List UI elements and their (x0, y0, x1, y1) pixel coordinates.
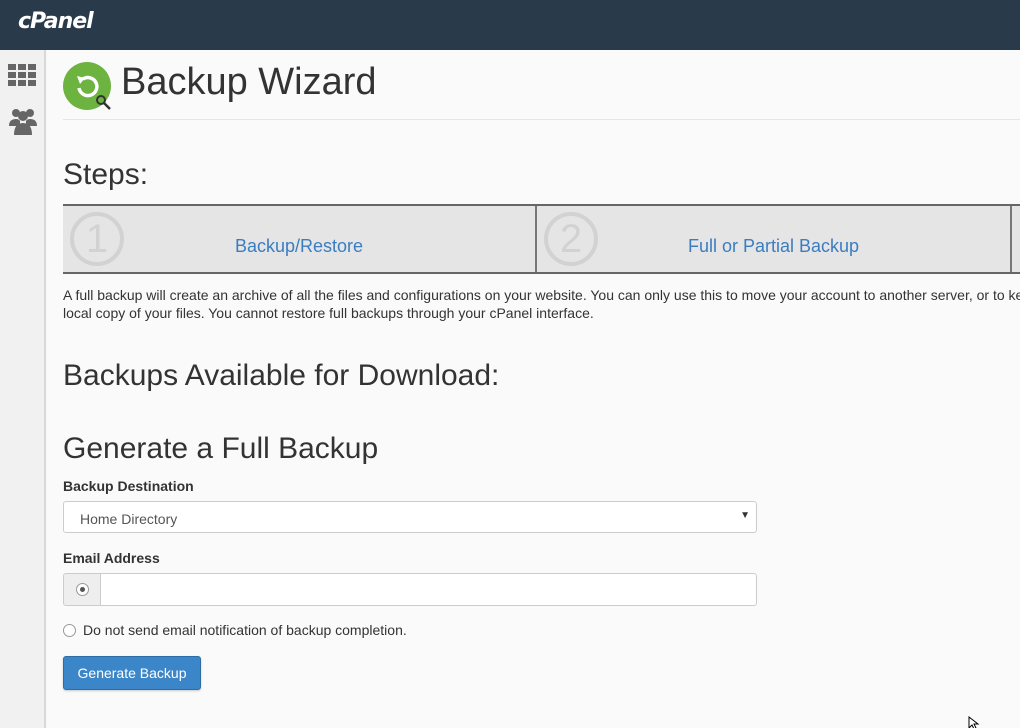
email-notify-radio[interactable] (76, 583, 89, 596)
page-title: Backup Wizard (121, 61, 377, 103)
backup-destination-label: Backup Destination (63, 478, 194, 494)
backup-destination-value: Home Directory (80, 511, 178, 527)
email-input-group (63, 573, 757, 606)
chevron-down-icon: ▼ (740, 510, 750, 521)
step-1: 1 Backup/Restore (63, 206, 537, 272)
users-icon[interactable] (8, 106, 38, 136)
backup-description: A full backup will create an archive of … (63, 287, 1020, 321)
email-address-label: Email Address (63, 550, 160, 566)
no-notification-radio[interactable] (63, 624, 76, 637)
no-notification-label: Do not send email notification of backup… (83, 622, 407, 638)
backups-available-heading: Backups Available for Download: (63, 359, 500, 392)
backup-wizard-icon (63, 62, 115, 114)
email-addon (63, 573, 101, 606)
top-navbar: cPanel (0, 0, 1020, 50)
main-content: Backup Wizard Steps: 1 Backup/Restore 2 … (47, 50, 1020, 728)
no-notification-option[interactable]: Do not send email notification of backup… (63, 622, 407, 638)
steps-heading: Steps: (63, 158, 149, 191)
generate-backup-heading: Generate a Full Backup (63, 432, 379, 465)
mouse-cursor-icon (968, 715, 982, 728)
grid-icon[interactable] (8, 60, 38, 90)
step-link-backup-restore[interactable]: Backup/Restore (63, 236, 535, 257)
sidebar (0, 50, 46, 728)
header-divider (63, 119, 1020, 120)
step-2: 2 Full or Partial Backup (537, 206, 1012, 272)
generate-backup-button[interactable]: Generate Backup (63, 656, 201, 690)
cpanel-logo[interactable]: cPanel (18, 9, 94, 34)
email-address-input[interactable] (100, 573, 757, 606)
step-link-full-or-partial[interactable]: Full or Partial Backup (537, 236, 1010, 257)
backup-destination-select[interactable]: Home Directory ▼ (63, 501, 757, 533)
steps-bar: 1 Backup/Restore 2 Full or Partial Backu… (63, 204, 1020, 274)
